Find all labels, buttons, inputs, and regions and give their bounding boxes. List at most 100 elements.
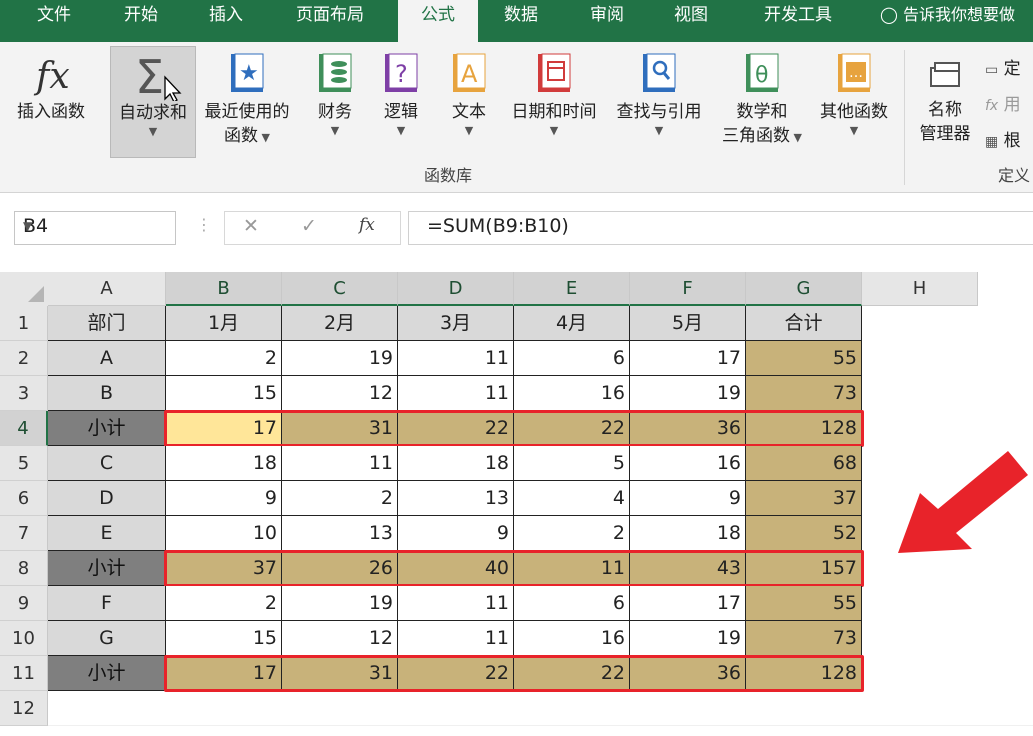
- data-cell[interactable]: 18: [398, 446, 514, 481]
- confirm-icon[interactable]: ✓: [301, 215, 317, 237]
- column-header-g[interactable]: G: [746, 272, 862, 306]
- data-cell[interactable]: 5: [514, 446, 630, 481]
- data-cell[interactable]: 19: [630, 376, 746, 411]
- cancel-icon[interactable]: ✕: [243, 215, 259, 237]
- data-cell[interactable]: 18: [630, 516, 746, 551]
- insert-function-button[interactable]: fx 插入函数: [8, 48, 94, 124]
- data-cell[interactable]: 4: [514, 481, 630, 516]
- column-header-f[interactable]: F: [630, 272, 746, 306]
- data-cell[interactable]: 19: [282, 341, 398, 376]
- tell-me-box[interactable]: ◯ 告诉我你想要做: [880, 0, 1015, 30]
- recently-used-button[interactable]: ★ 最近使用的 函数 ▼: [198, 48, 296, 150]
- data-cell[interactable]: 6: [514, 586, 630, 621]
- data-cell[interactable]: 11: [398, 376, 514, 411]
- use-in-formula-button[interactable]: fx 用: [985, 90, 1021, 115]
- header-cell[interactable]: 2月: [282, 306, 398, 341]
- header-cell[interactable]: 5月: [630, 306, 746, 341]
- tab-page-layout[interactable]: 页面布局: [282, 0, 378, 42]
- name-manager-button[interactable]: 名称 管理器: [910, 58, 980, 146]
- insert-function-icon[interactable]: fx: [359, 215, 375, 235]
- data-cell[interactable]: 2: [166, 341, 282, 376]
- data-cell[interactable]: 16: [514, 621, 630, 656]
- row-header-4[interactable]: 4: [0, 411, 48, 446]
- column-header-d[interactable]: D: [398, 272, 514, 306]
- total-cell[interactable]: 37: [746, 481, 862, 516]
- data-cell[interactable]: 2: [166, 586, 282, 621]
- data-cell[interactable]: 12: [282, 376, 398, 411]
- subtotal-label-cell[interactable]: 小计: [48, 656, 166, 691]
- tab-insert[interactable]: 插入: [198, 0, 254, 42]
- data-cell[interactable]: 9: [398, 516, 514, 551]
- column-header-a[interactable]: A: [48, 272, 166, 306]
- header-cell[interactable]: 3月: [398, 306, 514, 341]
- subtotal-label-cell[interactable]: 小计: [48, 411, 166, 446]
- header-cell[interactable]: 1月: [166, 306, 282, 341]
- select-all-button[interactable]: [0, 272, 49, 307]
- row-header-10[interactable]: 10: [0, 621, 48, 656]
- data-cell[interactable]: 2: [514, 516, 630, 551]
- row-header-7[interactable]: 7: [0, 516, 48, 551]
- name-box[interactable]: B4 ▼: [14, 211, 176, 245]
- row-header-5[interactable]: 5: [0, 446, 48, 481]
- row-header-9[interactable]: 9: [0, 586, 48, 621]
- tab-data[interactable]: 数据: [492, 0, 550, 42]
- data-cell[interactable]: 16: [514, 376, 630, 411]
- data-cell[interactable]: 19: [282, 586, 398, 621]
- column-header-c[interactable]: C: [282, 272, 398, 306]
- more-functions-button[interactable]: … 其他函数 ▼: [812, 48, 896, 138]
- create-from-selection-button[interactable]: ▦ 根: [985, 126, 1021, 151]
- column-header-h[interactable]: H: [862, 272, 978, 306]
- row-header-3[interactable]: 3: [0, 376, 48, 411]
- tab-home[interactable]: 开始: [112, 0, 170, 42]
- formula-input[interactable]: =SUM(B9:B10): [408, 211, 1033, 245]
- row-header-8[interactable]: 8: [0, 551, 48, 586]
- column-header-b[interactable]: B: [166, 272, 282, 306]
- header-cell[interactable]: 合计: [746, 306, 862, 341]
- dept-cell[interactable]: A: [48, 341, 166, 376]
- total-cell[interactable]: 52: [746, 516, 862, 551]
- data-cell[interactable]: 11: [398, 621, 514, 656]
- data-cell[interactable]: 2: [282, 481, 398, 516]
- row-header-12[interactable]: 12: [0, 691, 48, 726]
- data-cell[interactable]: 15: [166, 621, 282, 656]
- data-cell[interactable]: 11: [398, 341, 514, 376]
- define-name-button[interactable]: ▭ 定: [985, 54, 1021, 79]
- data-cell[interactable]: 18: [166, 446, 282, 481]
- row-header-11[interactable]: 11: [0, 656, 48, 691]
- header-cell[interactable]: 4月: [514, 306, 630, 341]
- dept-cell[interactable]: C: [48, 446, 166, 481]
- dept-cell[interactable]: B: [48, 376, 166, 411]
- tab-review[interactable]: 审阅: [578, 0, 636, 42]
- row-header-6[interactable]: 6: [0, 481, 48, 516]
- data-cell[interactable]: 11: [398, 586, 514, 621]
- data-cell[interactable]: 12: [282, 621, 398, 656]
- data-cell[interactable]: 9: [166, 481, 282, 516]
- tab-file[interactable]: 文件: [28, 0, 80, 42]
- dept-cell[interactable]: F: [48, 586, 166, 621]
- data-cell[interactable]: 9: [630, 481, 746, 516]
- date-time-button[interactable]: 日期和时间 ▼: [506, 48, 602, 138]
- total-cell[interactable]: 73: [746, 376, 862, 411]
- data-cell[interactable]: 6: [514, 341, 630, 376]
- lookup-reference-button[interactable]: 查找与引用 ▼: [610, 48, 708, 138]
- autosum-button[interactable]: Σ 自动求和 ▼: [110, 46, 196, 158]
- dept-cell[interactable]: E: [48, 516, 166, 551]
- column-header-e[interactable]: E: [514, 272, 630, 306]
- tab-view[interactable]: 视图: [662, 0, 720, 42]
- total-cell[interactable]: 55: [746, 586, 862, 621]
- data-cell[interactable]: 19: [630, 621, 746, 656]
- math-trig-button[interactable]: θ 数学和 三角函数 ▼: [714, 48, 810, 150]
- header-cell[interactable]: 部门: [48, 306, 166, 341]
- total-cell[interactable]: 68: [746, 446, 862, 481]
- subtotal-label-cell[interactable]: 小计: [48, 551, 166, 586]
- chevron-down-icon[interactable]: ▼: [23, 219, 163, 233]
- data-cell[interactable]: 15: [166, 376, 282, 411]
- data-cell[interactable]: 13: [398, 481, 514, 516]
- more-options-icon[interactable]: ⋮: [196, 215, 212, 234]
- total-cell[interactable]: 73: [746, 621, 862, 656]
- data-cell[interactable]: 10: [166, 516, 282, 551]
- tab-developer[interactable]: 开发工具: [750, 0, 846, 42]
- text-functions-button[interactable]: A 文本 ▼: [440, 48, 498, 138]
- row-header-1[interactable]: 1: [0, 306, 48, 341]
- total-cell[interactable]: 55: [746, 341, 862, 376]
